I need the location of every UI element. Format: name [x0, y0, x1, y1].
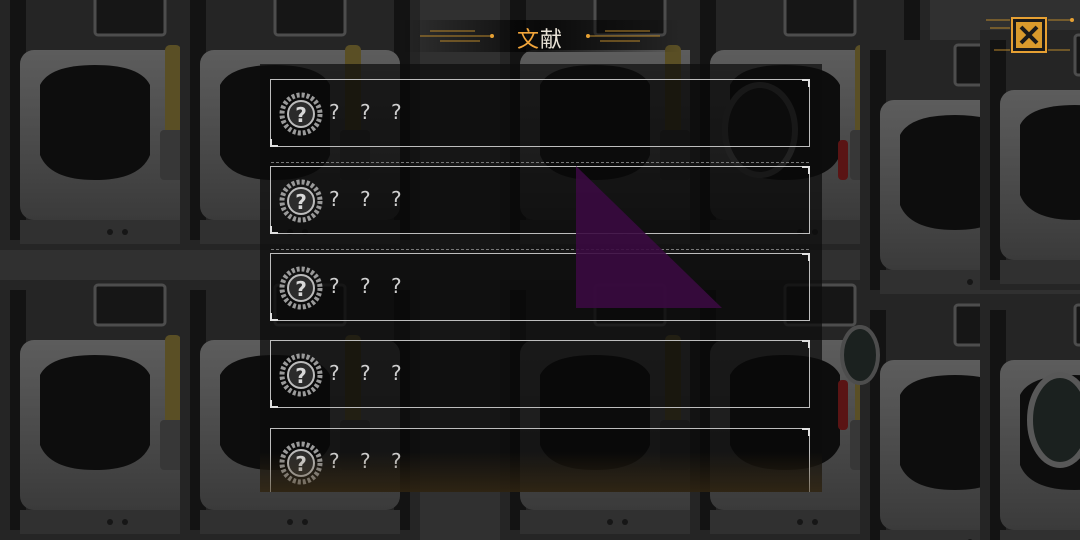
page-title-accent: 文 [516, 28, 540, 53]
frame-corner [802, 166, 810, 174]
document-name: ? ? ? [329, 274, 409, 298]
divider [271, 249, 809, 250]
page-title-rest: 献 [540, 28, 564, 53]
unknown-badge-icon: ? [279, 266, 323, 310]
document-name: ? ? ? [329, 449, 409, 473]
document-entry[interactable]: ? ? ? ? [270, 340, 810, 408]
title-bar: 文献 [400, 14, 680, 58]
svg-text:?: ? [295, 190, 307, 214]
unknown-badge-icon: ? [279, 179, 323, 223]
unknown-badge-icon: ? [279, 92, 323, 136]
frame-corner [802, 428, 810, 436]
unknown-badge-icon: ? [279, 353, 323, 397]
frame-corner [802, 340, 810, 348]
close-button[interactable] [984, 10, 1074, 60]
svg-text:?: ? [295, 103, 307, 127]
page-title: 文献 [400, 22, 680, 54]
unknown-badge-icon: ? [279, 441, 323, 485]
svg-text:?: ? [295, 452, 307, 476]
frame-corner [802, 253, 810, 261]
document-list-panel[interactable]: ? ? ? ? ? ? ? ? ? ? ? ? ? ? ? ? ? ? ? ? [260, 64, 822, 492]
frame-corner [270, 226, 278, 234]
document-entry[interactable]: ? ? ? ? [270, 162, 810, 234]
document-name: ? ? ? [329, 187, 409, 211]
document-entry[interactable]: ? ? ? ? [270, 249, 810, 321]
svg-text:?: ? [295, 277, 307, 301]
document-name: ? ? ? [329, 361, 409, 385]
divider [271, 162, 809, 163]
frame-corner [270, 139, 278, 147]
document-entry[interactable]: ? ? ? ? [270, 428, 810, 492]
document-name: ? ? ? [329, 100, 409, 124]
svg-text:?: ? [295, 364, 307, 388]
document-entry[interactable]: ? ? ? ? [270, 79, 810, 147]
frame-corner [802, 79, 810, 87]
close-x-icon [986, 17, 1074, 53]
overlay-artifact [576, 166, 722, 308]
frame-corner [270, 313, 278, 321]
frame-corner [270, 400, 278, 408]
